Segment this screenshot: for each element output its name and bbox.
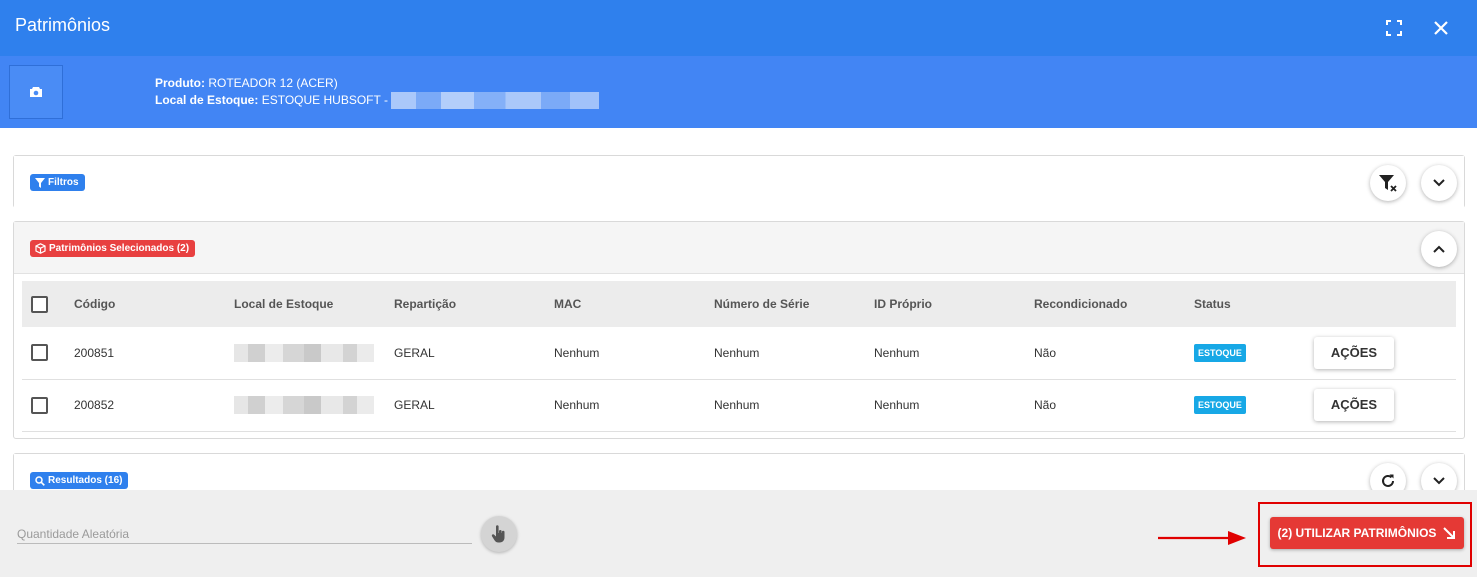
product-photo[interactable]	[9, 65, 63, 119]
filter-icon	[35, 177, 45, 188]
annotation-arrow-icon	[1158, 531, 1246, 545]
local-estoque-label: Local de Estoque:	[155, 93, 259, 107]
redacted-text	[234, 343, 374, 362]
reparticao-cell: GERAL	[394, 398, 435, 412]
use-assets-button-label: (2) UTILIZAR PATRIMÔNIOS	[1277, 526, 1437, 540]
numero-serie-cell: Nenhum	[714, 345, 760, 360]
table-row: 200851 GERAL Nenhum Nenhum Nenhum Não ES…	[22, 327, 1456, 379]
acoes-button[interactable]: AÇÕES	[1314, 336, 1394, 369]
id-proprio-cell: Nenhum	[874, 398, 920, 412]
arrow-down-right-icon	[1443, 527, 1456, 539]
use-assets-button[interactable]: (2) UTILIZAR PATRIMÔNIOS	[1270, 517, 1464, 549]
chevron-up-icon	[1433, 245, 1445, 253]
codigo-cell: 200851	[74, 345, 115, 360]
collapse-selected-button[interactable]	[1421, 231, 1457, 267]
search-icon	[35, 475, 45, 486]
table-row: 200852 GERAL Nenhum Nenhum Nenhum Não ES…	[22, 379, 1456, 431]
column-header: ID Próprio	[874, 297, 933, 311]
chevron-down-icon	[1433, 477, 1445, 485]
column-header: Local de Estoque	[234, 297, 334, 311]
select-all-checkbox[interactable]	[31, 295, 48, 313]
produto-label: Produto:	[155, 76, 205, 90]
produto-value: ROTEADOR 12 (ACER)	[208, 76, 338, 90]
dialog-header: Patrimônios	[0, 0, 1477, 56]
chevron-down-icon	[1433, 179, 1445, 187]
local-estoque-value: ESTOQUE HUBSOFT -	[261, 93, 388, 107]
mac-cell: Nenhum	[554, 345, 600, 360]
fullscreen-icon[interactable]	[1380, 14, 1408, 42]
redacted-text	[391, 92, 600, 110]
mac-cell: Nenhum	[554, 398, 600, 412]
selected-assets-header[interactable]: Patrimônios Selecionados (2)	[14, 222, 1464, 274]
recondicionado-cell: Não	[1034, 345, 1057, 360]
hand-pointer-icon	[491, 525, 505, 543]
results-chip-label: Resultados (16)	[48, 475, 123, 486]
results-panel: Resultados (16)	[13, 453, 1465, 506]
status-badge: ESTOQUE	[1194, 396, 1246, 414]
quantity-input[interactable]	[17, 524, 472, 544]
redacted-text	[234, 396, 374, 414]
table-header-row: Código Local de Estoque Repartição MAC N…	[22, 281, 1456, 327]
column-header: Repartição	[394, 297, 457, 311]
clear-filter-button[interactable]	[1370, 165, 1406, 201]
column-header: Número de Série	[714, 297, 810, 311]
selected-assets-table: Código Local de Estoque Repartição MAC N…	[22, 281, 1456, 432]
status-badge: ESTOQUE	[1194, 343, 1246, 362]
filters-panel-header[interactable]: Filtros	[14, 156, 1464, 208]
id-proprio-cell: Nenhum	[874, 345, 920, 360]
reparticao-cell: GERAL	[394, 345, 435, 360]
product-info-bar: Produto: ROTEADOR 12 (ACER) Local de Est…	[0, 56, 1477, 128]
column-header: Status	[1194, 297, 1231, 311]
expand-filters-button[interactable]	[1421, 165, 1457, 201]
selected-assets-chip-label: Patrimônios Selecionados (2)	[49, 243, 190, 254]
column-header: Código	[74, 297, 116, 311]
dialog-title: Patrimônios	[15, 15, 111, 35]
codigo-cell: 200852	[74, 398, 115, 412]
product-details: Produto: ROTEADOR 12 (ACER) Local de Est…	[155, 75, 600, 110]
row-checkbox[interactable]	[31, 344, 48, 362]
refresh-icon	[1382, 474, 1394, 487]
close-icon[interactable]	[1427, 14, 1455, 42]
column-header: MAC	[554, 297, 582, 311]
dialog-footer: (2) UTILIZAR PATRIMÔNIOS	[0, 490, 1477, 577]
selected-assets-chip: Patrimônios Selecionados (2)	[30, 240, 196, 257]
filters-chip-label: Filtros	[48, 177, 79, 188]
acoes-button[interactable]: AÇÕES	[1314, 389, 1394, 421]
results-chip: Resultados (16)	[30, 472, 129, 489]
dialog-body: Filtros Patrimônios Selecionados (2) Cód…	[0, 128, 1477, 506]
selected-assets-panel: Patrimônios Selecionados (2) Código Loca…	[13, 221, 1465, 439]
column-header: Recondicionado	[1034, 297, 1128, 311]
camera-icon	[30, 87, 42, 97]
row-checkbox[interactable]	[31, 396, 48, 414]
filter-clear-icon	[1379, 175, 1397, 192]
random-select-button[interactable]	[481, 516, 517, 552]
box-icon	[35, 243, 46, 254]
numero-serie-cell: Nenhum	[714, 398, 760, 412]
filters-chip: Filtros	[30, 174, 85, 191]
recondicionado-cell: Não	[1034, 398, 1057, 412]
filters-panel: Filtros	[13, 155, 1465, 208]
